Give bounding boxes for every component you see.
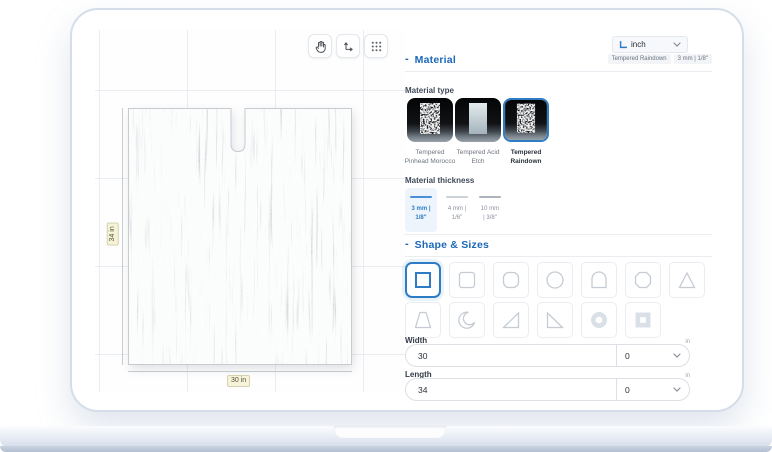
shape-option-ring[interactable] — [581, 302, 617, 338]
thickness-text: 10 mm — [480, 206, 500, 212]
shape-option-triangle[interactable] — [669, 262, 705, 298]
shape-option-round-corner-square[interactable] — [493, 262, 529, 298]
shape-section-header[interactable]: - Shape & Sizes — [405, 239, 712, 257]
shape-option-right-triangle-right[interactable] — [493, 302, 529, 338]
thickness-text: 4 mm | — [447, 206, 467, 212]
selected-thickness-badge: 3 mm | 1/8" — [673, 54, 712, 64]
length-unit-hint: in — [685, 373, 690, 379]
thickness-text: | 3/8" — [483, 215, 497, 221]
shape-option-circle[interactable] — [537, 262, 573, 298]
divider — [405, 234, 712, 235]
width-field-group: 0 — [405, 344, 690, 367]
ruler-icon — [619, 40, 627, 49]
laptop-base-edge — [0, 446, 772, 452]
shape-option-arch[interactable] — [581, 262, 617, 298]
grid-tool-button[interactable] — [364, 34, 388, 58]
material-section-title: Material — [414, 54, 456, 66]
thickness-text: 1/8" — [415, 215, 427, 221]
length-fraction-value: 0 — [625, 384, 630, 395]
thickness-text: 3 mm | — [411, 206, 431, 212]
shape-option-crescent[interactable] — [449, 302, 485, 338]
vertical-dimension-line — [122, 108, 123, 365]
dimension-tool-button[interactable] — [336, 34, 360, 58]
length-fraction-select[interactable]: 0 — [616, 379, 689, 400]
length-input[interactable] — [406, 379, 616, 400]
material-section-header[interactable]: - Material Tempered Raindown 3 mm | 1/8" — [405, 54, 712, 72]
material-thickness-label: Material thickness — [405, 176, 475, 185]
shape-section-title: Shape & Sizes — [414, 239, 490, 251]
orthogonal-arrows-icon — [341, 39, 356, 54]
thickness-text: 1/6" — [451, 215, 463, 221]
material-option-label: Tempered Acid Etch — [456, 149, 500, 166]
thickness-bar — [479, 196, 501, 198]
chevron-down-icon — [673, 387, 681, 392]
shape-option-trapezoid[interactable] — [405, 302, 441, 338]
material-option-acid-etch[interactable] — [455, 98, 501, 142]
chevron-down-icon — [673, 42, 681, 47]
material-type-label: Material type — [405, 86, 454, 95]
glass-panel-preview[interactable] — [128, 108, 352, 365]
horizontal-dimension-badge: 30 in — [227, 375, 251, 387]
pan-tool-button[interactable] — [308, 34, 332, 58]
width-fraction-select[interactable]: 0 — [616, 345, 689, 366]
shape-option-frame-square[interactable] — [625, 302, 661, 338]
material-option-label: Tempered Raindown — [510, 149, 542, 166]
width-input[interactable] — [406, 345, 616, 366]
thickness-bar — [446, 196, 468, 198]
pan-hand-icon — [313, 39, 328, 54]
shape-option-rounded-square[interactable] — [449, 262, 485, 298]
shape-option-square[interactable] — [405, 262, 441, 298]
tablet-frame: 34 in 30 in inch - Material Tempered Rai… — [70, 8, 744, 412]
collapse-shape-icon[interactable]: - — [405, 239, 409, 250]
page: 34 in 30 in inch - Material Tempered Rai… — [0, 0, 772, 452]
vertical-dimension-badge: 34 in — [106, 222, 119, 246]
width-fraction-value: 0 — [625, 350, 630, 361]
grid-dots-icon — [370, 40, 383, 53]
material-option-pinhead-morocco[interactable] — [407, 98, 453, 142]
thickness-bar — [410, 196, 432, 198]
thickness-option-10mm[interactable]: 10 mm | 3/8" — [474, 188, 506, 232]
design-canvas[interactable]: 34 in 30 in — [95, 30, 405, 392]
unit-select[interactable]: inch — [612, 36, 688, 53]
configuration-panel: inch - Material Tempered Raindown 3 mm |… — [405, 30, 712, 402]
chevron-down-icon — [673, 353, 681, 358]
unit-select-value: inch — [631, 40, 646, 49]
thickness-option-4mm[interactable]: 4 mm | 1/6" — [442, 188, 472, 232]
width-unit-hint: in — [685, 339, 690, 345]
thickness-option-3mm[interactable]: 3 mm | 1/8" — [405, 188, 437, 232]
length-field-group: 0 — [405, 378, 690, 401]
shape-option-octagon[interactable] — [625, 262, 661, 298]
shape-option-right-triangle-left[interactable] — [537, 302, 573, 338]
collapse-material-icon[interactable]: - — [405, 54, 409, 65]
material-option-raindown[interactable] — [503, 98, 549, 142]
laptop-base-notch — [334, 426, 446, 438]
material-option-label: Tempered Pinhead Morocco — [404, 149, 456, 166]
selected-material-badge: Tempered Raindown — [607, 54, 671, 64]
horizontal-dimension-line — [128, 371, 352, 372]
